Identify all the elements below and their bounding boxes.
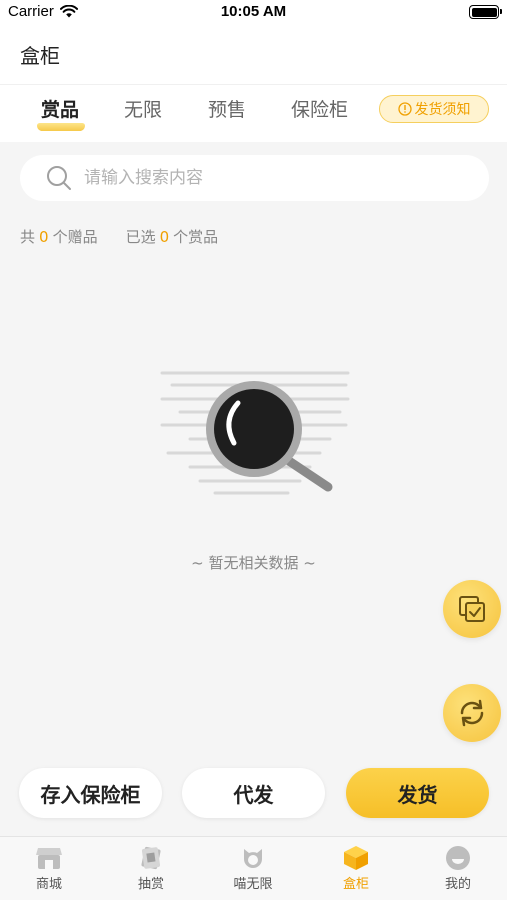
proxy-ship-button[interactable]: 代发 (182, 768, 325, 818)
active-tab-indicator (37, 123, 85, 131)
search-icon (47, 166, 71, 190)
selected-count-prefix: 已选 (125, 228, 156, 246)
bottom-nav: 商城 抽赏 喵无限 盒柜 我的 (0, 836, 507, 900)
category-tabs: 赏品 无限 预售 保险柜 发货须知 (0, 84, 507, 142)
profile-icon (446, 846, 470, 870)
nav-shop[interactable]: 商城 (9, 845, 89, 892)
page-title: 盒柜 (20, 44, 60, 68)
gift-count-prefix: 共 (20, 228, 36, 246)
empty-state-text: ~ 暂无相关数据 ~ (191, 554, 316, 572)
refresh-icon (460, 699, 484, 727)
gift-count-value: 0 (39, 228, 49, 246)
gift-count-suffix: 个赠品 (52, 228, 98, 246)
nav-draw-label: 抽赏 (137, 877, 164, 892)
tab-prize[interactable]: 赏品 (41, 95, 79, 122)
nav-draw[interactable]: 抽赏 (111, 845, 191, 892)
selected-count-text: 已选 0 个赏品 (126, 226, 219, 247)
select-all-button[interactable] (443, 580, 501, 638)
info-icon (397, 102, 412, 116)
box-icon (344, 846, 368, 870)
clock: 10:05 AM (220, 3, 287, 20)
shop-icon (36, 848, 62, 869)
tab-unlimited[interactable]: 无限 (124, 95, 162, 122)
battery-icon (469, 5, 502, 19)
nav-cat-unlimited[interactable]: 喵无限 (213, 845, 293, 892)
select-all-icon (459, 596, 485, 622)
header: 盒柜 (0, 24, 507, 84)
cat-icon (244, 849, 262, 868)
nav-box-cabinet[interactable]: 盒柜 (316, 845, 396, 892)
nav-profile-label: 我的 (444, 877, 471, 892)
nav-box-cabinet-label: 盒柜 (342, 877, 369, 892)
store-in-safe-button[interactable]: 存入保险柜 (19, 768, 162, 818)
selected-count-value: 0 (159, 228, 170, 246)
nav-profile[interactable]: 我的 (418, 845, 498, 892)
shipping-notice-label: 发货须知 (414, 102, 471, 118)
tab-presale[interactable]: 预售 (208, 95, 246, 122)
selection-summary: 共 0 个赠品 已选 0 个赏品 (20, 226, 218, 247)
ship-button[interactable]: 发货 (346, 768, 489, 818)
tab-safe[interactable]: 保险柜 (291, 95, 348, 122)
search-bar (20, 155, 489, 201)
selected-count-suffix: 个赏品 (173, 228, 219, 246)
empty-magnifier-icon (160, 371, 350, 495)
nav-shop-label: 商城 (35, 877, 62, 892)
nav-cat-unlimited-label: 喵无限 (233, 877, 273, 892)
status-bar: Carrier 10:05 AM (0, 0, 507, 24)
gift-count-text: 共 0 个赠品 (20, 226, 98, 247)
refresh-button[interactable] (443, 684, 501, 742)
search-input[interactable] (84, 155, 464, 201)
card-icon (141, 846, 161, 870)
shipping-notice-button[interactable]: 发货须知 (379, 95, 489, 123)
